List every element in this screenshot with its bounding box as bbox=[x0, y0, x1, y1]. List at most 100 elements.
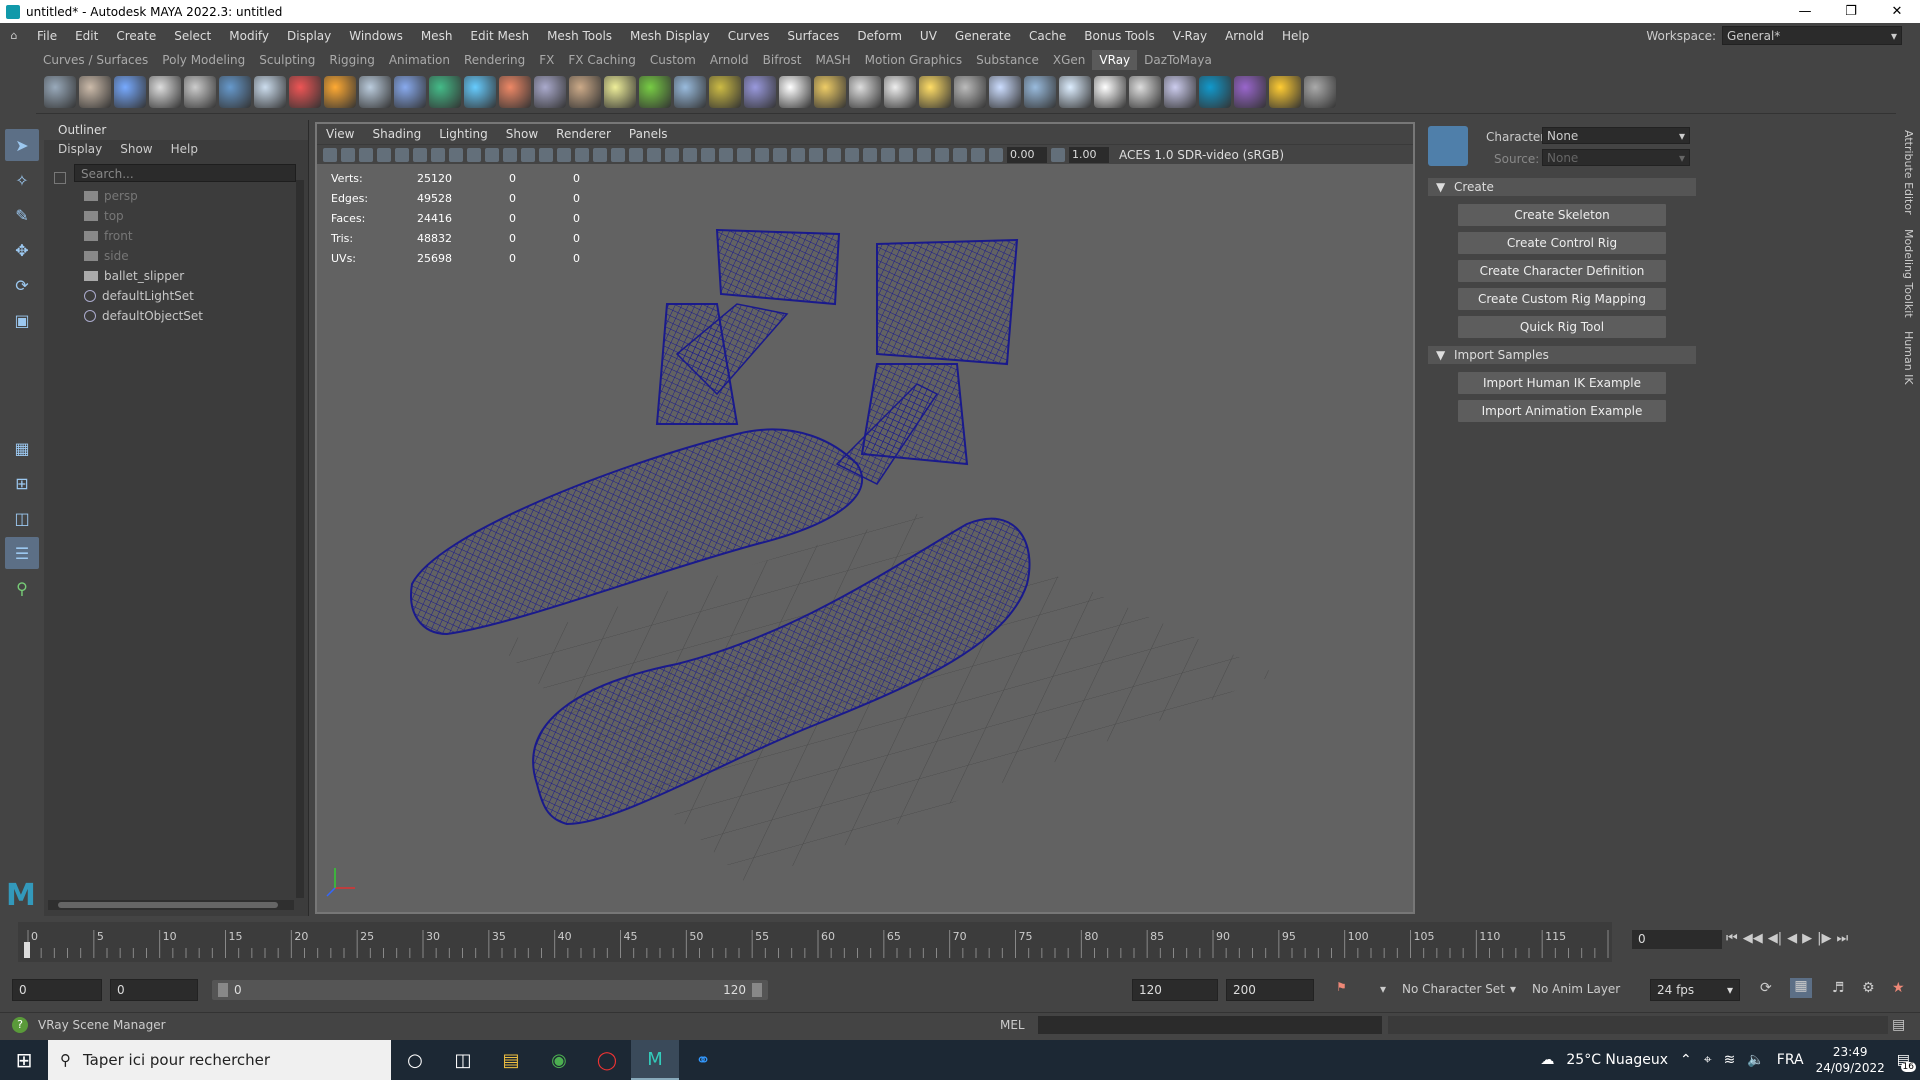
viewport-menu-item[interactable]: Renderer bbox=[547, 127, 620, 141]
viewport-menu-item[interactable]: Show bbox=[497, 127, 547, 141]
shelf-tab[interactable]: Motion Graphics bbox=[858, 50, 970, 70]
shelf-tool-icon[interactable] bbox=[219, 75, 251, 108]
shelf-tab[interactable]: Animation bbox=[382, 50, 457, 70]
go-to-start-icon[interactable]: ⏮ bbox=[1726, 931, 1738, 946]
shelf-tab[interactable]: Substance bbox=[969, 50, 1046, 70]
volume-icon[interactable]: 🔈 bbox=[1747, 1052, 1764, 1068]
create-section-header[interactable]: ▼ Create bbox=[1428, 178, 1696, 196]
help-icon[interactable]: ? bbox=[12, 1017, 28, 1033]
shelf-tool-icon[interactable] bbox=[184, 75, 216, 108]
colorspace-dropdown[interactable]: ACES 1.0 SDR-video (sRGB) bbox=[1119, 148, 1284, 162]
shelf-tool-icon[interactable] bbox=[1269, 75, 1301, 108]
shelf-tool-icon[interactable] bbox=[744, 75, 776, 108]
shelf-tool-icon[interactable] bbox=[1199, 75, 1231, 108]
viewport-tool-icon[interactable] bbox=[809, 147, 823, 162]
task-view-icon[interactable]: ◫ bbox=[439, 1040, 487, 1080]
shelf-tool-icon[interactable] bbox=[394, 75, 426, 108]
menu-item[interactable]: Cache bbox=[1020, 29, 1075, 43]
current-time-marker[interactable] bbox=[24, 942, 30, 958]
shelf-tool-icon[interactable] bbox=[44, 75, 76, 108]
auto-key-icon[interactable]: ⚑ bbox=[1336, 980, 1347, 994]
import-section-header[interactable]: ▼ Import Samples bbox=[1428, 346, 1696, 364]
menu-item[interactable]: Edit bbox=[66, 29, 107, 43]
character-dropdown[interactable]: None ▾ bbox=[1542, 127, 1690, 144]
chrome-icon[interactable]: ◉ bbox=[535, 1040, 583, 1080]
viewport-tool-icon[interactable] bbox=[773, 147, 787, 162]
outliner-item[interactable]: top bbox=[44, 206, 308, 226]
menu-item[interactable]: Windows bbox=[340, 29, 412, 43]
shelf-tool-icon[interactable] bbox=[324, 75, 356, 108]
exposure-field[interactable]: 0.00 bbox=[1007, 146, 1047, 163]
shelf-tool-icon[interactable] bbox=[954, 75, 986, 108]
viewport-tool-icon[interactable] bbox=[395, 147, 409, 162]
humanik-logo-icon[interactable] bbox=[1428, 126, 1468, 166]
viewport-tool-icon[interactable] bbox=[359, 147, 373, 162]
single-view-icon[interactable]: ▦ bbox=[5, 432, 39, 464]
script-editor-icon[interactable]: ▤ bbox=[1892, 1017, 1905, 1033]
step-back-key-icon[interactable]: ◀◀ bbox=[1743, 931, 1763, 946]
menu-item[interactable]: Generate bbox=[946, 29, 1020, 43]
shelf-tool-icon[interactable] bbox=[1059, 75, 1091, 108]
daz-icon[interactable]: ⚭ bbox=[679, 1040, 727, 1080]
shelf-tool-icon[interactable] bbox=[849, 75, 881, 108]
shelf-tool-icon[interactable] bbox=[254, 75, 286, 108]
shelf-tab[interactable]: Curves / Surfaces bbox=[36, 50, 155, 70]
menu-item[interactable]: Mesh bbox=[412, 29, 462, 43]
shelf-tool-icon[interactable] bbox=[114, 75, 146, 108]
chevron-down-icon[interactable]: ▾ bbox=[1380, 982, 1386, 996]
network-icon[interactable]: ⌖ bbox=[1704, 1052, 1712, 1068]
step-back-frame-icon[interactable]: ◀| bbox=[1768, 931, 1782, 946]
viewport-tool-icon[interactable] bbox=[683, 147, 697, 162]
shelf-tab[interactable]: FX bbox=[532, 50, 561, 70]
outliner-item[interactable]: side bbox=[44, 246, 308, 266]
four-view-icon[interactable]: ⊞ bbox=[5, 467, 39, 499]
shelf-tool-icon[interactable] bbox=[604, 75, 636, 108]
viewport-menu-item[interactable]: Shading bbox=[363, 127, 430, 141]
viewport-tool-icon[interactable] bbox=[989, 147, 1003, 162]
paint-select-tool-icon[interactable]: ✎ bbox=[5, 199, 39, 231]
command-line-input[interactable] bbox=[1038, 1016, 1382, 1034]
viewport-tool-icon[interactable] bbox=[431, 147, 445, 162]
scene-end-field[interactable]: 200 bbox=[1226, 979, 1314, 1001]
viewport-tool-icon[interactable] bbox=[503, 147, 517, 162]
range-handle-right[interactable] bbox=[752, 983, 762, 997]
shelf-tool-icon[interactable] bbox=[919, 75, 951, 108]
step-forward-frame-icon[interactable]: |▶ bbox=[1817, 931, 1831, 946]
shelf-tool-icon[interactable] bbox=[884, 75, 916, 108]
viewport-tool-icon[interactable] bbox=[827, 147, 841, 162]
move-tool-icon[interactable]: ✥ bbox=[5, 234, 39, 266]
shelf-tool-icon[interactable] bbox=[1234, 75, 1266, 108]
maya-taskbar-icon[interactable]: M bbox=[631, 1040, 679, 1080]
menu-item[interactable]: Select bbox=[165, 29, 220, 43]
playback-end-field[interactable]: 120 bbox=[1132, 979, 1218, 1001]
filter-icon[interactable] bbox=[54, 172, 66, 184]
shelf-tool-icon[interactable] bbox=[359, 75, 391, 108]
viewport-tool-icon[interactable] bbox=[701, 147, 715, 162]
menu-item[interactable]: Help bbox=[1273, 29, 1318, 43]
wifi-icon[interactable]: ≋ bbox=[1724, 1052, 1736, 1068]
current-frame-field[interactable]: 0 bbox=[1632, 930, 1722, 949]
preferences-icon[interactable]: ⚙ bbox=[1862, 980, 1875, 996]
viewport-tool-icon[interactable] bbox=[611, 147, 625, 162]
gamma-field[interactable]: 1.00 bbox=[1069, 146, 1109, 163]
shelf-tool-icon[interactable] bbox=[289, 75, 321, 108]
two-view-icon[interactable]: ◫ bbox=[5, 502, 39, 534]
menu-item[interactable]: File bbox=[28, 29, 66, 43]
range-slider[interactable]: 0 120 bbox=[212, 980, 768, 1000]
rotate-tool-icon[interactable]: ⟳ bbox=[5, 269, 39, 301]
hik-button[interactable]: Create Character Definition bbox=[1458, 260, 1666, 282]
viewport-tool-icon[interactable] bbox=[881, 147, 895, 162]
hik-import-button[interactable]: Import Human IK Example bbox=[1458, 372, 1666, 394]
shelf-tool-icon[interactable] bbox=[534, 75, 566, 108]
viewport-tool-icon[interactable] bbox=[647, 147, 661, 162]
sound-icon[interactable]: ♬ bbox=[1832, 980, 1845, 996]
menu-item[interactable]: Bonus Tools bbox=[1075, 29, 1163, 43]
menu-item[interactable]: Display bbox=[278, 29, 340, 43]
shelf-tool-icon[interactable] bbox=[1164, 75, 1196, 108]
viewport-tool-icon[interactable] bbox=[791, 147, 805, 162]
shelf-tool-icon[interactable] bbox=[464, 75, 496, 108]
search-icon[interactable]: ⚲ bbox=[5, 572, 39, 604]
outliner-search-input[interactable]: Search... bbox=[74, 164, 296, 182]
outliner-item[interactable]: defaultLightSet bbox=[44, 286, 308, 306]
loop-icon[interactable]: ⟳ bbox=[1760, 980, 1772, 996]
